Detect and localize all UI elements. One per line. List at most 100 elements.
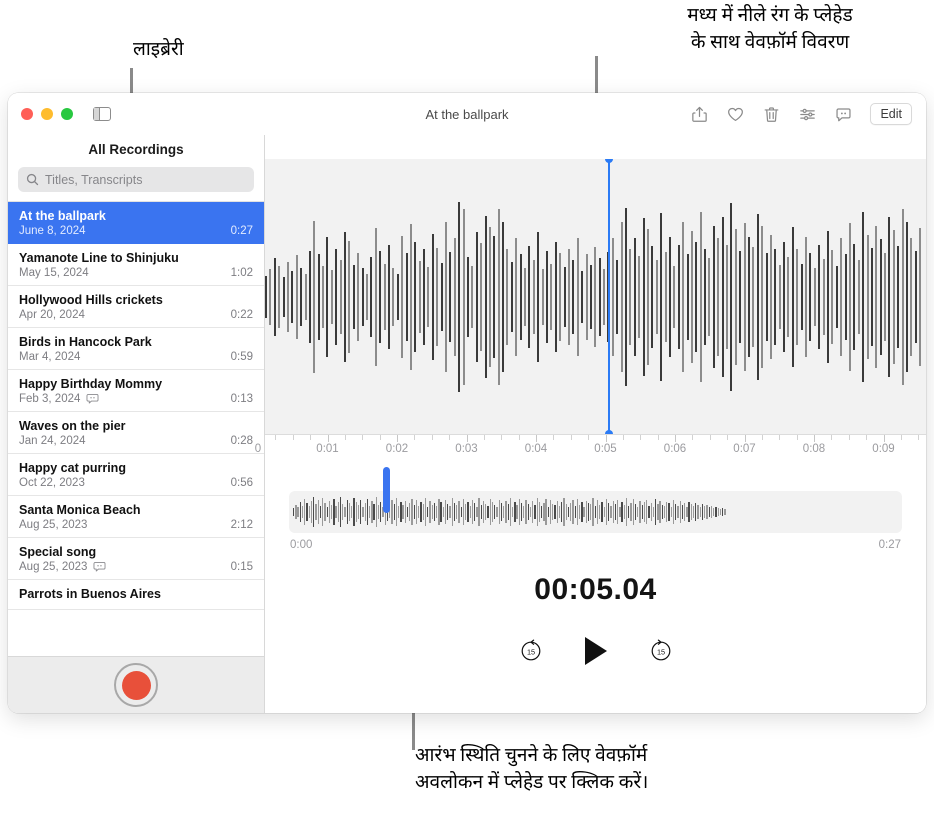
ruler-label: 0:09 xyxy=(872,443,895,455)
search-input[interactable] xyxy=(45,172,246,187)
overview-bar xyxy=(451,498,453,526)
recording-row[interactable]: Santa Monica Beach Aug 25, 2023 2:12 xyxy=(8,496,264,538)
ruler-tick xyxy=(466,435,468,442)
overview-bar xyxy=(706,505,708,519)
waveform-bar xyxy=(581,270,584,323)
overview-bar xyxy=(505,501,507,523)
minimize-button[interactable] xyxy=(41,108,53,120)
recording-row[interactable]: Hollywood Hills crickets Apr 20, 2024 0:22 xyxy=(8,286,264,328)
waveform-bar xyxy=(466,256,469,337)
waveform-bar xyxy=(449,251,452,342)
record-button[interactable] xyxy=(114,663,158,707)
recording-row[interactable]: Parrots in Buenos Aires xyxy=(8,580,264,610)
recording-row[interactable]: Birds in Hancock Park Mar 4, 2024 0:59 xyxy=(8,328,264,370)
window-controls xyxy=(8,108,73,120)
ruler-tick xyxy=(796,435,798,440)
waveform-detail[interactable] xyxy=(265,159,926,434)
waveform-bar xyxy=(559,252,562,341)
share-icon[interactable] xyxy=(690,105,709,124)
overview-bar xyxy=(337,502,339,522)
zoom-button[interactable] xyxy=(61,108,73,120)
waveform-bar xyxy=(664,251,667,342)
overview-bar xyxy=(590,504,592,520)
waveform-bar xyxy=(383,263,386,330)
recording-row[interactable]: Special song Aug 25, 2023 0:15 xyxy=(8,538,264,580)
annotation-library: लाइब्रेरी xyxy=(133,39,184,60)
overview-bar xyxy=(507,504,509,520)
ruler-label: 0:04 xyxy=(524,443,548,455)
overview-bar xyxy=(413,505,415,519)
skip-back-15-icon[interactable]: 15 xyxy=(518,638,544,664)
waveform-bar xyxy=(853,243,856,350)
recording-row[interactable]: Yamanote Line to Shinjuku May 15, 2024 1:0… xyxy=(8,244,264,286)
playhead-detail[interactable] xyxy=(605,159,614,434)
search-field[interactable] xyxy=(18,167,254,192)
recording-row[interactable]: Waves on the pier Jan 24, 2024 0:28 xyxy=(8,412,264,454)
waveform-overview[interactable] xyxy=(289,491,902,533)
svg-text:15: 15 xyxy=(526,647,534,656)
waveform-bar xyxy=(374,227,377,366)
overview-bar xyxy=(293,508,295,516)
overview-bar xyxy=(491,502,494,522)
skip-forward-15-icon[interactable]: 15 xyxy=(648,638,674,664)
overview-bar xyxy=(556,501,558,523)
overview-bar xyxy=(511,507,514,517)
recording-row[interactable]: Happy Birthday Mommy Feb 3, 2024 0:13 xyxy=(8,370,264,412)
ruler-tick xyxy=(570,435,572,440)
waveform-bar xyxy=(884,252,887,341)
overview-bar xyxy=(306,503,308,521)
waveform-bar xyxy=(453,237,456,356)
overview-bar xyxy=(427,507,429,517)
play-button[interactable] xyxy=(582,635,610,667)
ruler-tick xyxy=(622,435,624,440)
overview-bar xyxy=(360,500,362,524)
waveform-bar xyxy=(870,247,873,346)
recording-meta: Jan 24, 2024 0:28 xyxy=(19,435,253,447)
overview-bar xyxy=(650,503,652,521)
waveform-bar xyxy=(906,221,909,372)
ruler-tick xyxy=(518,435,520,440)
recording-title: At the ballpark xyxy=(19,209,106,223)
overview-bar xyxy=(661,505,663,519)
overview-bar xyxy=(538,502,541,522)
playhead-overview[interactable] xyxy=(383,467,390,513)
trash-icon[interactable] xyxy=(762,105,781,124)
overview-bar xyxy=(366,499,369,525)
waveform-bar xyxy=(335,248,338,345)
enhance-sliders-icon[interactable] xyxy=(798,105,817,124)
overview-bar xyxy=(406,507,409,517)
recording-date: May 15, 2024 xyxy=(19,267,89,279)
edit-button[interactable]: Edit xyxy=(870,103,912,125)
overview-bar xyxy=(684,503,686,521)
ruler-tick xyxy=(327,435,329,442)
favorite-heart-icon[interactable] xyxy=(726,105,745,124)
waveform-bar xyxy=(445,221,448,372)
overview-bar xyxy=(623,505,625,519)
overview-bar xyxy=(368,506,371,518)
sidebar-toggle-icon[interactable] xyxy=(93,106,111,122)
recording-row[interactable]: Happy cat purring Oct 22, 2023 0:56 xyxy=(8,454,264,496)
overview-bar xyxy=(625,498,628,526)
recording-row[interactable]: At the ballpark June 8, 2024 0:27 xyxy=(8,202,264,244)
ruler-tick xyxy=(449,435,450,440)
close-button[interactable] xyxy=(21,108,33,120)
overview-bar xyxy=(541,506,543,518)
ruler-tick xyxy=(657,435,659,440)
recording-title: Yamanote Line to Shinjuku xyxy=(19,251,179,265)
sidebar-header: All Recordings xyxy=(8,135,264,202)
overview-bar xyxy=(342,504,344,520)
overview-bar xyxy=(637,507,639,517)
overview-bar xyxy=(471,500,474,524)
overview-bar xyxy=(297,507,299,517)
overview-bar xyxy=(608,503,610,521)
waveform-bar xyxy=(502,221,505,372)
recordings-list[interactable]: At the ballpark June 8, 2024 0:27 Yamanote … xyxy=(8,202,264,656)
waveform-bar xyxy=(396,273,399,320)
ruler-label: 0:05 xyxy=(594,443,617,455)
ruler-tick xyxy=(553,435,555,440)
transcript-icon[interactable] xyxy=(834,105,853,124)
overview-time-labels: 0:00 0:27 xyxy=(289,533,902,551)
waveform-bar xyxy=(629,248,632,345)
overview-end-time: 0:27 xyxy=(878,539,901,551)
waveform-bar xyxy=(576,237,579,356)
